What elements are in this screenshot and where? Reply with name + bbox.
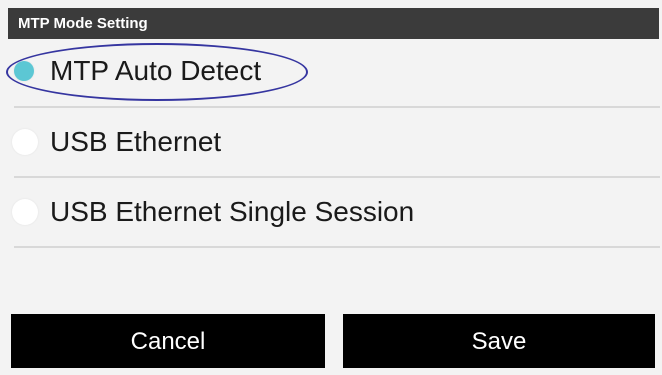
- option-label: USB Ethernet Single Session: [50, 196, 415, 227]
- option-usb-ethernet-single-session[interactable]: USB Ethernet Single Session: [0, 182, 662, 242]
- divider: [14, 106, 660, 108]
- option-mtp-auto-detect[interactable]: MTP Auto Detect: [0, 41, 662, 101]
- mtp-mode-dialog: MTP Mode Setting MTP Auto Detect USB Eth…: [0, 0, 662, 375]
- cancel-button[interactable]: Cancel: [11, 314, 325, 368]
- radio-unselected-icon[interactable]: [12, 199, 38, 225]
- radio-unselected-icon[interactable]: [12, 129, 38, 155]
- save-button[interactable]: Save: [343, 314, 655, 368]
- option-label: MTP Auto Detect: [50, 55, 262, 86]
- option-usb-ethernet[interactable]: USB Ethernet: [0, 112, 662, 172]
- divider: [14, 246, 660, 248]
- dialog-title: MTP Mode Setting: [8, 8, 659, 39]
- radio-selected-icon[interactable]: [14, 61, 34, 81]
- option-label: USB Ethernet: [50, 126, 222, 157]
- divider: [14, 176, 660, 178]
